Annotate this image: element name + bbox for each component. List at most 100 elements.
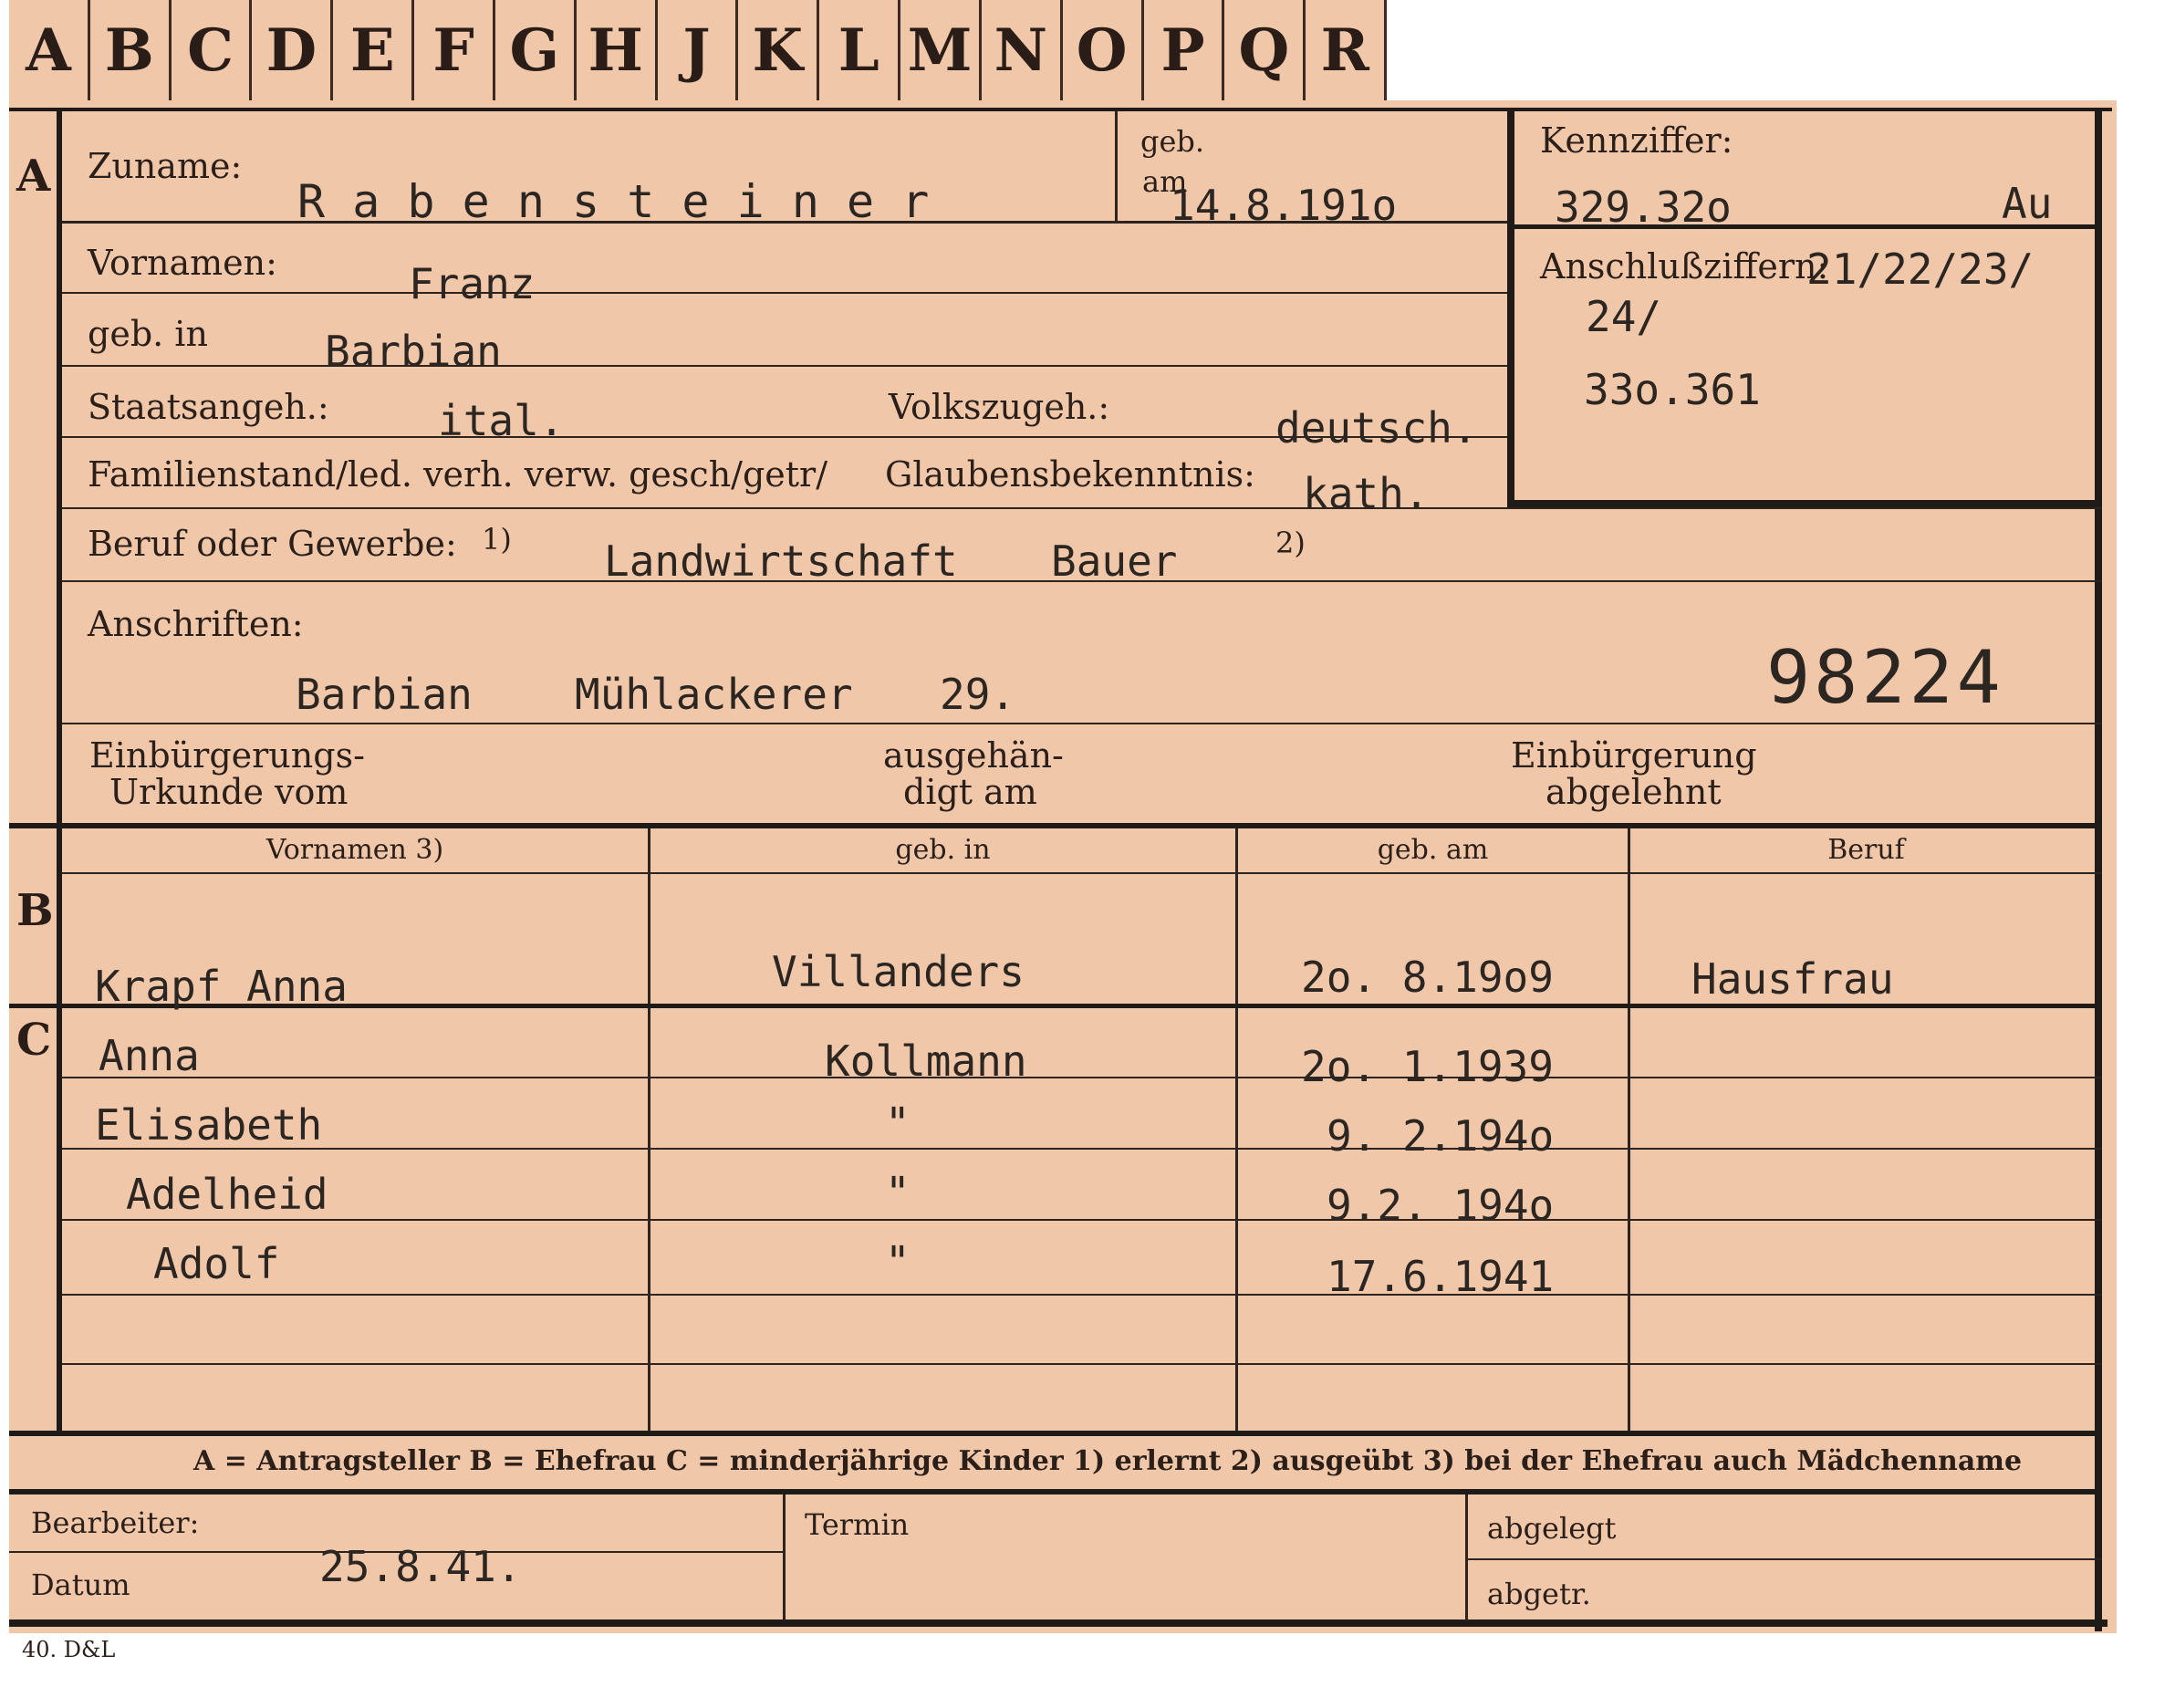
alphabet-tab: A [9,0,90,103]
alphabet-tab: N [981,0,1063,103]
footer-col-line [783,1494,786,1620]
table-row-line [62,1219,2102,1221]
alphabet-tab: G [494,0,577,103]
volkszugeh-label: Volkszugeh.: [889,387,1110,427]
row-line [62,723,2102,724]
stamped-number: 98224 [1766,635,2004,720]
geb-in-value: Barbian [325,327,502,376]
einbuergerungs-urkunde-label-1: Einbürgerungs- [89,735,365,776]
table-row-line [62,1077,2102,1078]
einbuergerung-abgelehnt-label-2: abgelehnt [1545,772,1722,812]
datum-value: 25.8.41. [319,1542,522,1591]
table-row-line [62,1294,2102,1296]
vornamen-value: Franz [409,259,536,308]
legend-bottom-line [9,1489,2102,1494]
anschluss-value-1: 21/22/23/ [1806,245,2035,294]
spouse-birthdate: 2o. 8.19o9 [1301,953,1554,1002]
anschluss-value-3: 33o.361 [1584,365,1761,414]
beruf-value-2: Bauer [1051,536,1178,586]
alphabet-tab: R [1306,0,1388,103]
card-top-border [9,108,2112,111]
header-beruf: Beruf [1827,834,1905,866]
child-birthdate: 2o. 1.1939 [1301,1042,1554,1091]
child-birthdate: 9. 2.194o [1327,1111,1555,1161]
staatsangeh-label: Staatsangeh.: [88,387,329,427]
section-c-marker: C [16,1015,52,1066]
glaubens-label: Glaubensbekenntnis: [885,454,1255,495]
legend-text: A = Antragsteller B = Ehefrau C = minder… [193,1445,2023,1477]
bearbeiter-label: Bearbeiter: [31,1505,200,1540]
address-street: Mühlackerer [575,670,853,719]
child-name: Adelheid [126,1170,328,1219]
einbuergerungs-urkunde-label-2: Urkunde vom [109,772,349,812]
beruf-value-1: Landwirtschaft [604,536,958,586]
alphabet-tab: J [657,0,739,103]
beruf-label: Beruf oder Gewerbe: [88,524,457,564]
anschlussziffern-label: Anschlußziffern: [1540,246,1829,286]
child-name: Adolf [153,1239,280,1288]
right-border [2095,108,2102,1631]
address-town: Barbian [296,670,473,719]
child-birthplace: " [885,1099,911,1148]
einbuergerung-abgelehnt-label-1: Einbürgerung [1511,735,1757,776]
kennziffer-box-left [1507,108,1514,509]
table-col-line [648,828,650,1431]
header-geb-in: geb. in [895,834,991,866]
child-birthdate: 9.2. 194o [1327,1181,1555,1230]
child-birthplace: " [885,1237,911,1286]
anschriften-label: Anschriften: [88,604,304,644]
glaubens-value: kath. [1303,469,1430,518]
footer-row-line [1468,1558,2102,1560]
print-mark: 40. D&L [22,1637,116,1662]
geb-label: geb. [1140,124,1205,159]
staatsangeh-value: ital. [438,396,565,445]
row-line [62,507,2102,509]
alphabet-tab: M [900,0,982,103]
alphabet-tab: C [171,0,253,103]
geb-divider [1115,111,1118,223]
kennziffer-label: Kennziffer: [1540,120,1733,161]
alphabet-tab: F [414,0,495,103]
ausgehaendigt-label-1: ausgehän- [883,735,1064,776]
left-margin-line [57,108,62,1431]
child-birthplace: Kollmann [825,1036,1027,1086]
footnote-1-marker: 1) [482,522,512,557]
alphabet-tab: Q [1224,0,1306,103]
kennziffer-value: 329.32o [1555,182,1732,232]
vornamen-label: Vornamen: [88,243,277,283]
section-b-marker: B [16,885,54,936]
bottom-border [9,1619,2107,1627]
alphabet-tab: B [89,0,172,103]
row-line [62,292,1507,294]
termin-label: Termin [805,1507,910,1542]
spouse-name: Krapf Anna [95,962,348,1011]
zuname-label: Zuname: [88,146,243,186]
footer-col-line [1465,1494,1468,1620]
child-birthdate: 17.6.1941 [1327,1252,1555,1301]
row-line [62,365,1507,367]
table-row-line [62,1363,2102,1365]
alphabet-tab: K [738,0,820,103]
alphabet-tab: P [1143,0,1225,103]
table-header-line [62,872,2102,874]
abgelegt-label: abgelegt [1487,1511,1617,1546]
section-a-marker: A [16,151,51,202]
datum-label: Datum [31,1567,130,1602]
footnote-2-marker: 2) [1275,526,1306,560]
child-birthplace: " [885,1168,911,1217]
geb-am-value: 14.8.191o [1170,181,1398,230]
table-col-line [1235,828,1238,1431]
child-name: Elisabeth [95,1100,323,1150]
volkszugeh-value: deutsch. [1275,403,1478,453]
child-name: Anna [99,1031,200,1080]
alphabet-tab: H [576,0,658,103]
geb-in-label: geb. in [88,314,208,354]
table-bottom-line [9,1431,2102,1436]
alphabet-tab: E [333,0,415,103]
ausgehaendigt-label-2: digt am [903,772,1037,812]
spouse-occupation: Hausfrau [1691,954,1894,1004]
address-number: 29. [940,670,1016,719]
header-vornamen: Vornamen 3) [265,834,444,866]
kennziffer-suffix: Au [2002,179,2053,228]
alphabet-tab: L [819,0,901,103]
